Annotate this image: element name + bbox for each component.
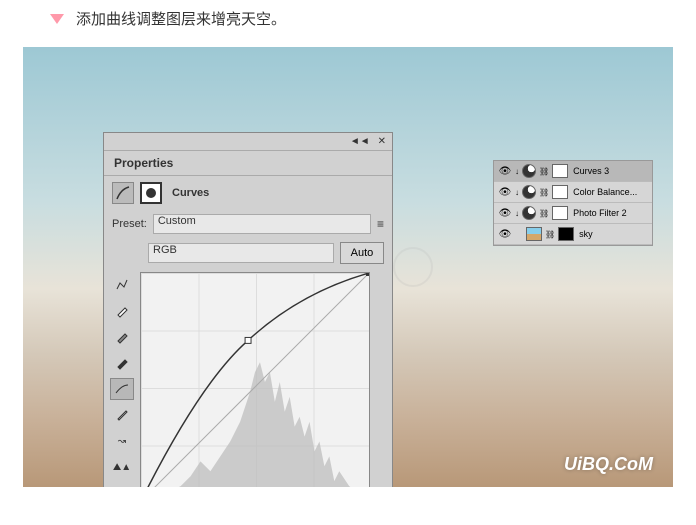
preset-menu-icon[interactable]: ≡ (377, 217, 384, 231)
smooth-tool-icon[interactable]: ↝ (110, 430, 134, 452)
triangle-marker-icon (50, 14, 64, 24)
pencil-tool-icon[interactable] (110, 404, 134, 426)
layers-panel: 👁 ↓ ⛓ Curves 3 👁 ↓ ⛓ Color Balance... 👁 … (493, 160, 653, 246)
collapse-icon[interactable]: ◄◄ (350, 136, 370, 147)
link-icon: ⛓ (545, 230, 555, 239)
mask-thumb (552, 164, 568, 178)
panel-titlebar: ◄◄ ✕ (104, 133, 392, 151)
adjustment-thumb-icon (522, 164, 536, 178)
adjustment-type-label: Curves (172, 187, 209, 199)
adjustment-thumb-icon (522, 206, 536, 220)
mask-thumb (552, 206, 568, 220)
canvas-background: UiBQ.CoM ◄◄ ✕ Properties Curves Preset: … (23, 47, 673, 487)
visibility-icon[interactable]: 👁 (498, 187, 512, 198)
curves-adjustment-icon[interactable] (112, 182, 134, 204)
clip-indicator-icon: ↓ (515, 209, 519, 218)
caption-text: 添加曲线调整图层来增亮天空。 (76, 8, 286, 29)
link-icon: ⛓ (539, 209, 549, 218)
auto-button[interactable]: Auto (340, 242, 384, 264)
properties-panel: ◄◄ ✕ Properties Curves Preset: Custom ≡ … (103, 132, 393, 487)
curve-graph[interactable] (140, 272, 370, 487)
layer-row[interactable]: 👁 ↓ ⛓ Curves 3 (494, 161, 652, 182)
gray-eyedropper-icon[interactable] (110, 326, 134, 348)
point-tool-icon[interactable] (110, 378, 134, 400)
mask-icon[interactable] (140, 182, 162, 204)
layer-row[interactable]: 👁 ↓ ⛓ Color Balance... (494, 182, 652, 203)
layer-name: Color Balance... (573, 187, 637, 197)
close-icon[interactable]: ✕ (378, 136, 386, 147)
watermark-center-icon (393, 247, 433, 287)
link-icon: ⛓ (539, 167, 549, 176)
white-eyedropper-icon[interactable] (110, 300, 134, 322)
layer-row[interactable]: 👁 ⛓ sky (494, 224, 652, 245)
visibility-icon[interactable]: 👁 (498, 229, 512, 240)
watermark-text: UiBQ.CoM (564, 454, 653, 475)
clip-indicator-icon: ↓ (515, 188, 519, 197)
mask-thumb (552, 185, 568, 199)
layer-name: Photo Filter 2 (573, 208, 627, 218)
preset-select[interactable]: Custom (153, 214, 371, 234)
layer-name: sky (579, 229, 593, 239)
visibility-icon[interactable]: 👁 (498, 166, 512, 177)
mask-thumb (558, 227, 574, 241)
clip-tool-icon[interactable]: ⛰▲ (110, 456, 134, 478)
link-icon: ⛓ (539, 188, 549, 197)
layer-thumb (526, 227, 542, 241)
clip-indicator-icon: ↓ (515, 167, 519, 176)
channel-select[interactable]: RGB (148, 243, 334, 263)
layer-name: Curves 3 (573, 166, 609, 176)
adjustment-thumb-icon (522, 185, 536, 199)
visibility-icon[interactable]: 👁 (498, 208, 512, 219)
black-eyedropper-icon[interactable] (110, 352, 134, 374)
on-image-tool-icon[interactable] (110, 274, 134, 296)
properties-tab[interactable]: Properties (104, 151, 392, 176)
layer-row[interactable]: 👁 ↓ ⛓ Photo Filter 2 (494, 203, 652, 224)
preset-label: Preset: (112, 218, 147, 230)
